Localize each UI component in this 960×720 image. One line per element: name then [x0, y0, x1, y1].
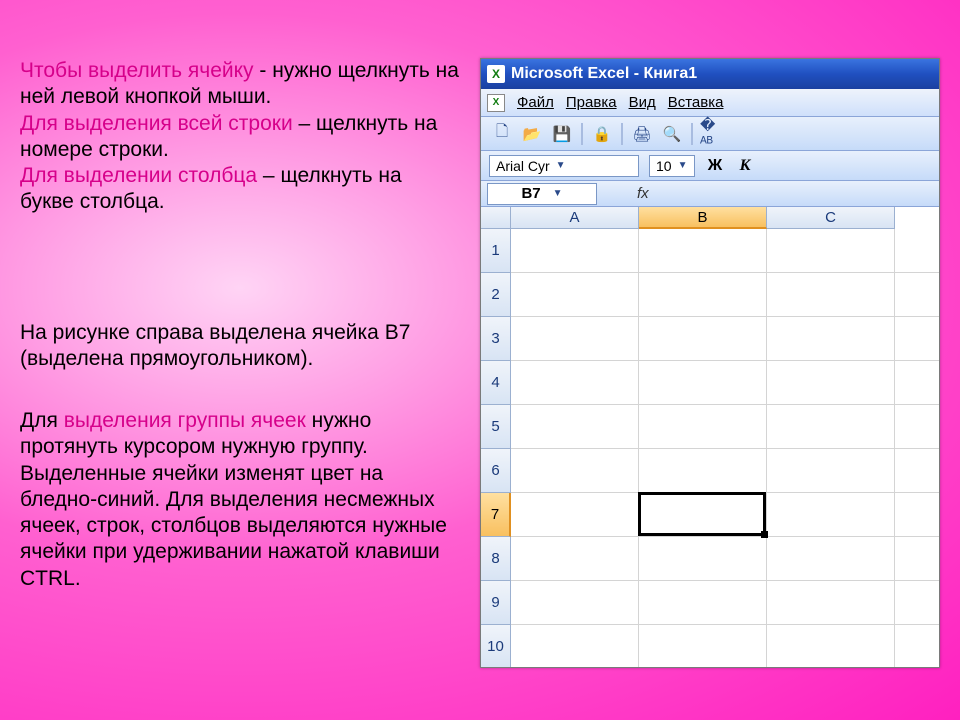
cell[interactable] [767, 229, 895, 273]
paragraph-group: Для выделения группы ячеек нужно протяну… [20, 408, 460, 592]
row-header-10[interactable]: 10 [481, 625, 511, 667]
standard-toolbar: 🗋 📂 💾 🔒 🖨 🔍 � ᴬᴮ [481, 117, 939, 151]
cell[interactable] [639, 229, 767, 273]
toolbar-separator [581, 123, 583, 145]
name-box[interactable]: B7 ▼ [487, 183, 597, 205]
menu-file[interactable]: Файл [517, 94, 554, 111]
toolbar-separator [621, 123, 623, 145]
chevron-down-icon: ▼ [556, 160, 566, 171]
open-icon[interactable]: 📂 [519, 121, 545, 147]
cell[interactable] [895, 317, 939, 361]
cell[interactable] [511, 581, 639, 625]
cell[interactable] [511, 449, 639, 493]
cell[interactable] [511, 229, 639, 273]
window-title: Microsoft Excel - Книга1 [511, 65, 697, 83]
column-header-A[interactable]: A [511, 207, 639, 229]
row-header-9[interactable]: 9 [481, 581, 511, 625]
highlight-col: Для выделении столбца [20, 164, 257, 187]
cell[interactable] [895, 537, 939, 581]
toolbar-separator [691, 123, 693, 145]
cell[interactable] [639, 581, 767, 625]
cell[interactable] [511, 493, 639, 537]
cell[interactable] [511, 317, 639, 361]
cell[interactable] [895, 493, 939, 537]
cell[interactable] [895, 449, 939, 493]
font-name-combo[interactable]: Arial Cyr ▼ [489, 155, 639, 177]
column-header-C[interactable]: C [767, 207, 895, 229]
row-header-2[interactable]: 2 [481, 273, 511, 317]
excel-doc-icon[interactable]: X [487, 94, 505, 112]
row-header-8[interactable]: 8 [481, 537, 511, 581]
excel-window: X Microsoft Excel - Книга1 X Файл Правка… [480, 58, 940, 668]
cell[interactable] [895, 229, 939, 273]
excel-app-icon: X [487, 65, 505, 83]
print-preview-icon[interactable]: 🔍 [659, 121, 685, 147]
select-all-button[interactable] [481, 207, 511, 229]
cell[interactable] [639, 625, 767, 667]
cell[interactable] [639, 493, 767, 537]
bold-button[interactable]: Ж [705, 157, 725, 175]
cell[interactable] [767, 625, 895, 667]
save-icon[interactable]: 💾 [549, 121, 575, 147]
font-name-value: Arial Cyr [496, 158, 550, 174]
permission-icon[interactable]: 🔒 [589, 121, 615, 147]
fx-label[interactable]: fx [637, 185, 649, 202]
cell[interactable] [511, 273, 639, 317]
menu-edit[interactable]: Правка [566, 94, 617, 111]
cell[interactable] [511, 625, 639, 667]
new-icon[interactable]: 🗋 [489, 121, 515, 147]
cell[interactable] [767, 273, 895, 317]
cell[interactable] [639, 405, 767, 449]
paragraph-example: На рисунке справа выделена ячейка B7 (вы… [20, 320, 460, 373]
column-header-B[interactable]: B [639, 207, 767, 229]
cell[interactable] [767, 537, 895, 581]
cell[interactable] [895, 581, 939, 625]
cell[interactable] [767, 405, 895, 449]
row-header-5[interactable]: 5 [481, 405, 511, 449]
cell[interactable] [767, 317, 895, 361]
cell[interactable] [511, 361, 639, 405]
font-size-value: 10 [656, 158, 672, 174]
cell[interactable] [639, 273, 767, 317]
italic-button[interactable]: К [735, 157, 755, 175]
cell[interactable] [639, 449, 767, 493]
cell[interactable] [895, 361, 939, 405]
highlight-group: выделения группы ячеек [64, 409, 306, 432]
cell[interactable] [895, 405, 939, 449]
cell[interactable] [511, 405, 639, 449]
cell[interactable] [767, 581, 895, 625]
cell[interactable] [767, 361, 895, 405]
row-header-1[interactable]: 1 [481, 229, 511, 273]
cell[interactable] [639, 537, 767, 581]
row-header-3[interactable]: 3 [481, 317, 511, 361]
cell[interactable] [767, 449, 895, 493]
highlight-cell: Чтобы выделить ячейку [20, 59, 254, 82]
print-icon[interactable]: 🖨 [629, 121, 655, 147]
formatting-toolbar: Arial Cyr ▼ 10 ▼ Ж К [481, 151, 939, 181]
row-header-6[interactable]: 6 [481, 449, 511, 493]
highlight-row: Для выделения всей строки [20, 112, 293, 135]
cell[interactable] [895, 625, 939, 667]
paragraph-selection: Чтобы выделить ячейку - нужно щелкнуть н… [20, 58, 460, 216]
cell[interactable] [639, 317, 767, 361]
chevron-down-icon: ▼ [553, 188, 563, 199]
cell[interactable] [767, 493, 895, 537]
menu-view[interactable]: Вид [629, 94, 656, 111]
active-cell-ref: B7 [521, 185, 540, 202]
spelling-icon[interactable]: � ᴬᴮ [699, 121, 725, 147]
row-header-7[interactable]: 7 [481, 493, 511, 537]
font-size-combo[interactable]: 10 ▼ [649, 155, 695, 177]
chevron-down-icon: ▼ [678, 160, 688, 171]
cell[interactable] [511, 537, 639, 581]
menu-bar: X Файл Правка Вид Вставка [481, 89, 939, 117]
worksheet-grid: ABC 12345678910 [481, 207, 939, 667]
formula-bar: B7 ▼ fx [481, 181, 939, 207]
row-header-4[interactable]: 4 [481, 361, 511, 405]
cell[interactable] [895, 273, 939, 317]
menu-insert[interactable]: Вставка [668, 94, 724, 111]
cell[interactable] [639, 361, 767, 405]
title-bar[interactable]: X Microsoft Excel - Книга1 [481, 59, 939, 89]
